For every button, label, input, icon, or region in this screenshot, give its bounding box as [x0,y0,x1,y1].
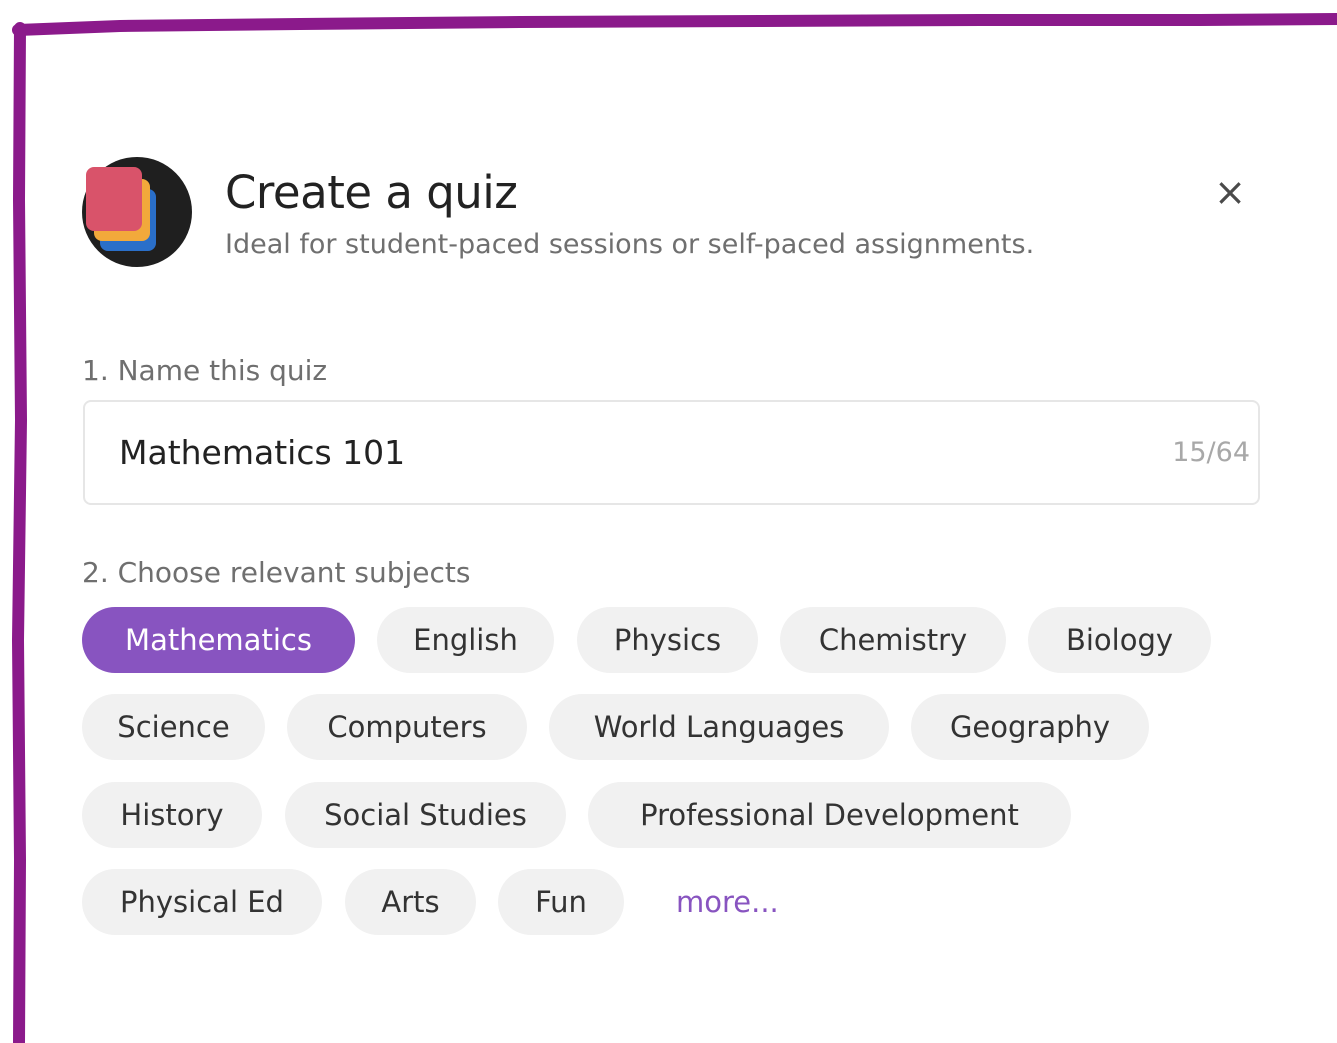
quiz-name-label: 1. Name this quiz [82,354,328,387]
chip-label: World Languages [593,710,845,744]
chip-label: Biology [1065,623,1174,657]
chip-label: History [120,798,224,832]
chip-label: Mathematics [125,623,312,657]
more-subjects-link[interactable]: more... [676,869,779,935]
subject-chip-chemistry[interactable]: Chemistry [780,607,1006,673]
subject-chip-arts[interactable]: Arts [345,869,476,935]
subject-chip-computers[interactable]: Computers [287,694,527,760]
subject-chip-history[interactable]: History [82,782,262,848]
quiz-stack-logo-icon [82,157,192,267]
quiz-name-value[interactable]: Mathematics 101 [119,402,405,503]
chip-label: English [413,623,518,657]
close-icon[interactable]: × [1214,170,1246,214]
dialog-title: Create a quiz [225,166,518,219]
chip-label: Social Studies [324,798,527,832]
subject-chip-physical-ed[interactable]: Physical Ed [82,869,322,935]
subject-chip-world-languages[interactable]: World Languages [549,694,889,760]
chip-label: Science [117,710,230,744]
subject-chip-biology[interactable]: Biology [1028,607,1211,673]
dialog-subtitle: Ideal for student-paced sessions or self… [225,229,1035,260]
subject-chip-science[interactable]: Science [82,694,265,760]
chip-label: Physics [613,623,722,657]
subject-chip-professional-development[interactable]: Professional Development [588,782,1071,848]
chip-label: Professional Development [640,798,1019,832]
quiz-name-input[interactable]: Mathematics 101 15/64 [83,400,1260,505]
chip-label: Chemistry [818,623,968,657]
close-button[interactable]: × [1206,168,1254,216]
subjects-label: 2. Choose relevant subjects [82,556,471,589]
create-quiz-dialog: Create a quiz Ideal for student-paced se… [0,0,1337,1043]
chip-label: Computers [327,710,487,744]
chip-label: Geography [949,710,1111,744]
subject-chip-geography[interactable]: Geography [911,694,1149,760]
chip-label: Arts [381,885,440,919]
subject-chip-social-studies[interactable]: Social Studies [285,782,566,848]
subject-chip-english[interactable]: English [377,607,554,673]
chip-label: Fun [535,885,587,919]
subject-chip-mathematics[interactable]: Mathematics [82,607,355,673]
chip-label: Physical Ed [120,885,284,919]
subject-chip-fun[interactable]: Fun [498,869,624,935]
subject-chip-physics[interactable]: Physics [577,607,758,673]
character-counter: 15/64 [1172,437,1250,468]
